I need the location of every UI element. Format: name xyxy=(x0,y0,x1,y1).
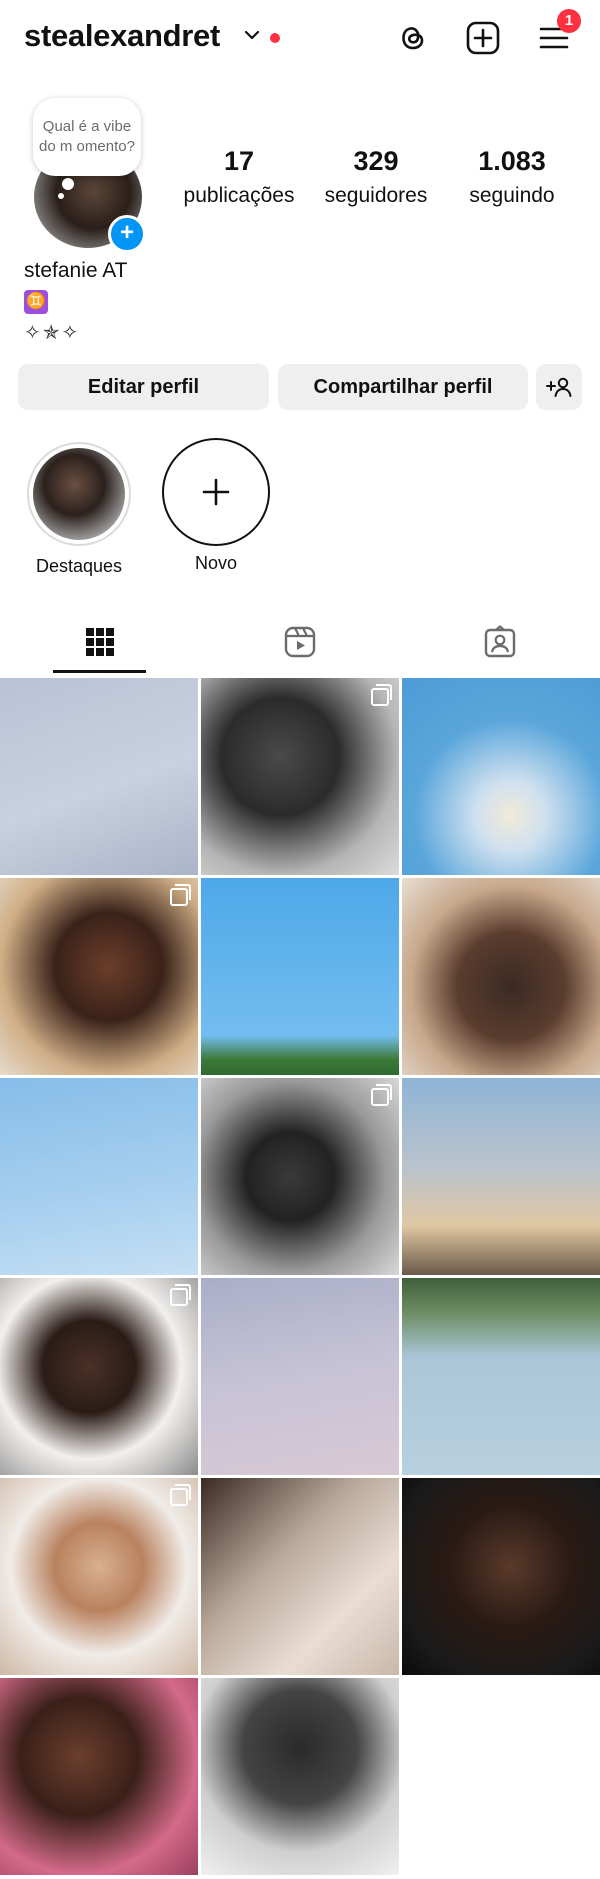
threads-icon[interactable] xyxy=(393,18,433,58)
note-bubble-tail-small xyxy=(58,193,64,199)
post-thumbnail[interactable] xyxy=(402,1278,600,1475)
stat-following-value: 1.083 xyxy=(478,146,546,176)
tab-tagged[interactable] xyxy=(400,612,600,672)
tagged-icon xyxy=(484,625,516,658)
post-thumbnail[interactable] xyxy=(0,1078,198,1275)
chevron-down-icon[interactable] xyxy=(243,26,261,49)
note-bubble[interactable]: Qual é a vibe do m omento? xyxy=(33,98,141,176)
highlight-label: Destaques xyxy=(35,556,123,576)
post-thumbnail[interactable] xyxy=(402,1478,600,1675)
post-thumbnail[interactable] xyxy=(402,1078,600,1275)
carousel-icon xyxy=(170,1484,191,1506)
tab-posts-grid[interactable] xyxy=(0,612,200,672)
discover-people-button[interactable] xyxy=(536,364,582,410)
carousel-icon xyxy=(170,1284,191,1306)
stat-followers-label: seguidores xyxy=(324,184,428,207)
note-text: Qual é a vibe do m omento? xyxy=(39,118,135,155)
post-thumbnail[interactable] xyxy=(201,1478,399,1675)
post-thumbnail[interactable] xyxy=(0,878,198,1075)
reels-icon xyxy=(284,626,316,658)
notification-dot xyxy=(270,33,280,43)
posts-grid xyxy=(0,678,600,1875)
post-thumbnail[interactable] xyxy=(201,1278,399,1475)
post-thumbnail[interactable] xyxy=(402,678,600,875)
plus-icon xyxy=(202,478,230,506)
highlight-destaques[interactable] xyxy=(27,442,131,546)
bio-stars: ✧✯✧ xyxy=(24,322,81,344)
bio-gemini-emoji: ♊ xyxy=(24,290,48,314)
post-thumbnail xyxy=(402,1678,600,1875)
stat-posts-label: publicações xyxy=(183,184,295,207)
stat-followers[interactable]: 329 seguidores xyxy=(316,146,436,208)
post-thumbnail[interactable] xyxy=(201,678,399,875)
stat-posts[interactable]: 17 publicações xyxy=(175,146,303,208)
post-thumbnail[interactable] xyxy=(201,1078,399,1275)
new-highlight-button[interactable] xyxy=(162,438,270,546)
note-bubble-tail xyxy=(62,178,74,190)
profile-display-name: stefanie AT xyxy=(24,259,128,282)
stat-following-label: seguindo xyxy=(469,184,555,207)
create-post-icon[interactable] xyxy=(463,18,503,58)
post-thumbnail[interactable] xyxy=(0,678,198,875)
new-highlight-label: Novo xyxy=(194,553,238,573)
post-thumbnail[interactable] xyxy=(201,878,399,1075)
highlight-cover-image xyxy=(33,448,125,540)
profile-username[interactable]: stealexandret xyxy=(24,18,220,54)
post-thumbnail[interactable] xyxy=(0,1478,198,1675)
active-tab-indicator xyxy=(53,670,146,673)
carousel-icon xyxy=(371,1084,392,1106)
carousel-icon xyxy=(170,884,191,906)
stat-posts-value: 17 xyxy=(223,146,255,176)
menu-notification-badge: 1 xyxy=(557,9,581,33)
post-thumbnail[interactable] xyxy=(201,1678,399,1875)
post-thumbnail[interactable] xyxy=(402,878,600,1075)
stat-followers-value: 329 xyxy=(353,146,399,176)
post-thumbnail[interactable] xyxy=(0,1278,198,1475)
stat-following[interactable]: 1.083 seguindo xyxy=(455,146,569,208)
edit-profile-button[interactable]: Editar perfil xyxy=(18,364,269,410)
grid-icon xyxy=(86,628,114,656)
add-person-icon xyxy=(546,377,572,397)
tab-reels[interactable] xyxy=(200,612,400,672)
add-story-button[interactable]: + xyxy=(108,215,146,253)
post-thumbnail[interactable] xyxy=(0,1678,198,1875)
share-profile-button[interactable]: Compartilhar perfil xyxy=(278,364,528,410)
carousel-icon xyxy=(371,684,392,706)
